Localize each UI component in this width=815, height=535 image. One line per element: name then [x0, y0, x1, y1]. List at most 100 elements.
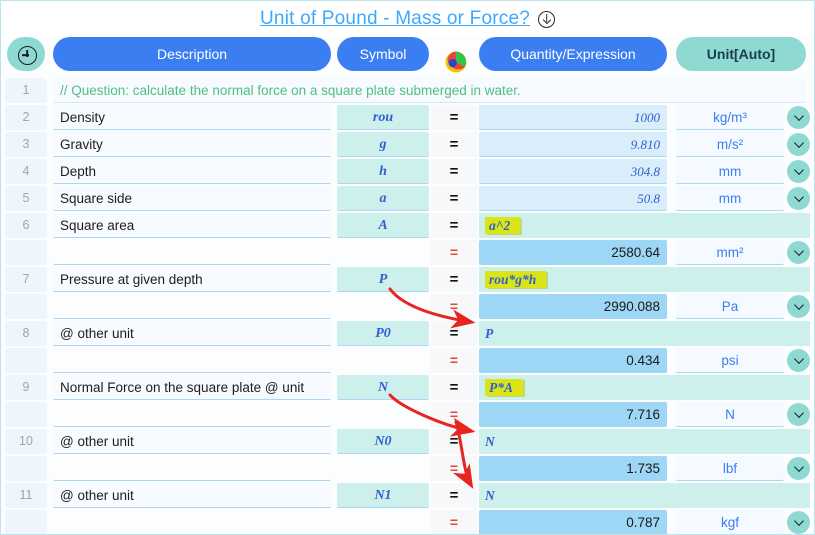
symbol-cell[interactable]: [337, 294, 429, 319]
expression-cell[interactable]: N: [479, 429, 667, 454]
row-number[interactable]: [5, 402, 47, 427]
expression-cell[interactable]: P: [479, 321, 667, 346]
comment-cell[interactable]: // Question: calculate the normal force …: [53, 78, 806, 103]
unit-cell[interactable]: mm²: [676, 240, 784, 265]
symbol-cell[interactable]: N1: [337, 483, 429, 508]
expression-cell[interactable]: a^2: [479, 213, 667, 238]
row-number[interactable]: 4: [5, 159, 47, 184]
unit-cell[interactable]: m/s²: [676, 132, 784, 157]
result-value-cell[interactable]: 2580.64: [479, 240, 667, 265]
download-circle-icon[interactable]: [538, 10, 555, 28]
unit-dropdown-button[interactable]: [787, 403, 810, 426]
unit-cell[interactable]: Pa: [676, 294, 784, 319]
unit-dropdown-button[interactable]: [787, 187, 810, 210]
unit-dropdown-button[interactable]: [787, 349, 810, 372]
row-number[interactable]: 3: [5, 132, 47, 157]
row-number[interactable]: 1: [5, 78, 47, 103]
row-number[interactable]: [5, 348, 47, 373]
row-number[interactable]: 8: [5, 321, 47, 346]
expression-cell[interactable]: P*A: [479, 375, 667, 400]
description-cell[interactable]: @ other unit: [53, 321, 331, 346]
table-row: 7 Pressure at given depth P = rou*g*h: [1, 267, 814, 294]
column-header-description[interactable]: Description: [53, 37, 331, 71]
unit-cell[interactable]: kg/m³: [676, 105, 784, 130]
symbol-cell[interactable]: P0: [337, 321, 429, 346]
row-number[interactable]: [5, 510, 47, 534]
unit-dropdown-button[interactable]: [787, 295, 810, 318]
row-number[interactable]: [5, 456, 47, 481]
result-value-cell[interactable]: 1.735: [479, 456, 667, 481]
unit-dropdown-button[interactable]: [787, 511, 810, 534]
description-cell[interactable]: Depth: [53, 159, 331, 184]
column-header-unit[interactable]: Unit[Auto]: [676, 37, 806, 71]
unit-cell[interactable]: mm: [676, 159, 784, 184]
description-cell[interactable]: [53, 348, 331, 373]
expression-cell[interactable]: rou*g*h: [479, 267, 667, 292]
row-number[interactable]: 6: [5, 213, 47, 238]
symbol-cell[interactable]: rou: [337, 105, 429, 130]
description-cell[interactable]: Pressure at given depth: [53, 267, 331, 292]
unit-dropdown-button[interactable]: [787, 133, 810, 156]
table-row: = 0.787 kgf: [1, 510, 814, 534]
row-number[interactable]: 7: [5, 267, 47, 292]
description-cell[interactable]: [53, 294, 331, 319]
unit-dropdown-button[interactable]: [787, 457, 810, 480]
symbol-cell[interactable]: N: [337, 375, 429, 400]
symbol-cell[interactable]: A: [337, 213, 429, 238]
color-wheel-icon[interactable]: [445, 51, 467, 73]
symbol-cell[interactable]: N0: [337, 429, 429, 454]
chevron-down-icon: [793, 353, 804, 364]
description-cell[interactable]: [53, 510, 331, 534]
expression-cell[interactable]: N: [479, 483, 667, 508]
row-number[interactable]: [5, 240, 47, 265]
description-cell[interactable]: Density: [53, 105, 331, 130]
unit-cell[interactable]: kgf: [676, 510, 784, 534]
row-number[interactable]: [5, 294, 47, 319]
symbol-cell[interactable]: a: [337, 186, 429, 211]
row-number[interactable]: 10: [5, 429, 47, 454]
unit-cell[interactable]: mm: [676, 186, 784, 211]
description-cell[interactable]: Square side: [53, 186, 331, 211]
unit-cell[interactable]: lbf: [676, 456, 784, 481]
result-value-cell[interactable]: 7.716: [479, 402, 667, 427]
symbol-cell[interactable]: [337, 510, 429, 534]
description-cell[interactable]: [53, 402, 331, 427]
symbol-cell[interactable]: h: [337, 159, 429, 184]
unit-cell[interactable]: N: [676, 402, 784, 427]
unit-dropdown-button[interactable]: [787, 160, 810, 183]
symbol-cell[interactable]: [337, 348, 429, 373]
equals-sign: =: [431, 186, 477, 211]
quantity-input-cell[interactable]: 50.8: [479, 186, 667, 211]
symbol-cell[interactable]: [337, 456, 429, 481]
description-cell[interactable]: Gravity: [53, 132, 331, 157]
row-number[interactable]: 9: [5, 375, 47, 400]
column-header-symbol[interactable]: Symbol: [337, 37, 429, 71]
description-cell[interactable]: [53, 240, 331, 265]
result-value-cell[interactable]: 0.434: [479, 348, 667, 373]
symbol-cell[interactable]: [337, 402, 429, 427]
row-number[interactable]: 2: [5, 105, 47, 130]
row-number[interactable]: 5: [5, 186, 47, 211]
description-cell[interactable]: Normal Force on the square plate @ unit: [53, 375, 331, 400]
description-cell[interactable]: [53, 456, 331, 481]
symbol-cell[interactable]: [337, 240, 429, 265]
row-number[interactable]: 11: [5, 483, 47, 508]
unit-cell[interactable]: psi: [676, 348, 784, 373]
unit-dropdown-button[interactable]: [787, 241, 810, 264]
result-value-cell[interactable]: 2990.088: [479, 294, 667, 319]
description-cell[interactable]: Square area: [53, 213, 331, 238]
quantity-input-cell[interactable]: 1000: [479, 105, 667, 130]
description-cell[interactable]: @ other unit: [53, 429, 331, 454]
result-value-cell[interactable]: 0.787: [479, 510, 667, 534]
add-row-button[interactable]: [7, 37, 45, 71]
symbol-cell[interactable]: P: [337, 267, 429, 292]
symbol-cell[interactable]: g: [337, 132, 429, 157]
unit-dropdown-button[interactable]: [787, 106, 810, 129]
column-header-quantity-expression[interactable]: Quantity/Expression: [479, 37, 667, 71]
chevron-down-icon: [793, 407, 804, 418]
description-cell[interactable]: @ other unit: [53, 483, 331, 508]
table-row: = 7.716 N: [1, 402, 814, 429]
quantity-input-cell[interactable]: 304.8: [479, 159, 667, 184]
quantity-input-cell[interactable]: 9.810: [479, 132, 667, 157]
page-title[interactable]: Unit of Pound - Mass or Force?: [260, 8, 530, 30]
